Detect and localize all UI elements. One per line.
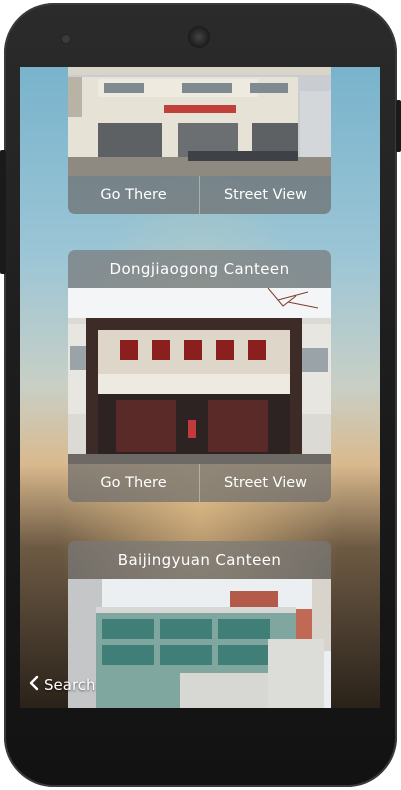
canteen-title: Dongjiaogong Canteen: [68, 250, 331, 288]
canteen-card-3: Baijingyuan Canteen: [68, 541, 331, 708]
chevron-left-icon: [28, 675, 40, 695]
canteen-card-2: Dongjiaogong Canteen Go There Street Vie…: [68, 250, 331, 502]
back-button[interactable]: Search: [28, 675, 96, 695]
street-view-button[interactable]: Street View: [199, 176, 331, 214]
street-view-button[interactable]: Street View: [199, 464, 331, 502]
power-button: [396, 100, 401, 152]
canteen-photo-2[interactable]: [68, 288, 331, 464]
earpiece-speaker: [188, 26, 210, 48]
card-1-actions: Go There Street View: [68, 176, 331, 214]
go-there-button[interactable]: Go There: [68, 176, 199, 214]
canteen-photo-1[interactable]: [68, 67, 331, 176]
back-label: Search: [44, 676, 96, 694]
app-screen: Go There Street View Dongjiaogong Cantee…: [20, 67, 380, 708]
go-there-button[interactable]: Go There: [68, 464, 199, 502]
card-2-actions: Go There Street View: [68, 464, 331, 502]
volume-button: [0, 150, 6, 274]
canteen-card-1: Go There Street View: [68, 67, 331, 214]
canteen-title: Baijingyuan Canteen: [68, 541, 331, 579]
canteen-photo-3[interactable]: [68, 579, 331, 708]
front-camera: [62, 35, 70, 43]
